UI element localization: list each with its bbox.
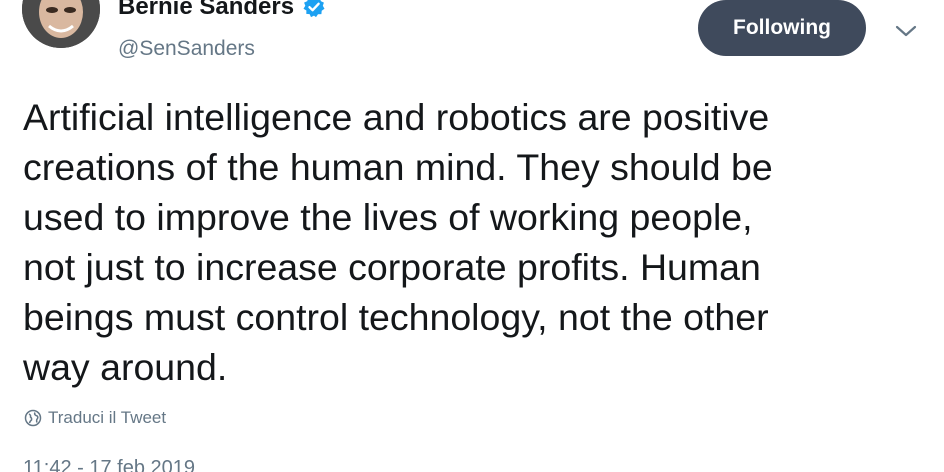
- display-name[interactable]: Bernie Sanders: [118, 0, 294, 22]
- avatar-image: [22, 0, 100, 48]
- globe-icon: [24, 409, 42, 427]
- user-handle[interactable]: @SenSanders: [118, 36, 255, 62]
- name-row: Bernie Sanders: [118, 0, 326, 22]
- verified-badge-icon: [303, 0, 325, 18]
- translate-label: Traduci il Tweet: [48, 408, 167, 427]
- tweet-card: Bernie Sanders @SenSanders Following Art…: [0, 0, 944, 472]
- tweet-timestamp[interactable]: 11:42 - 17 feb 2019: [23, 456, 195, 472]
- translate-tweet-link[interactable]: Traduci il Tweet: [24, 408, 166, 428]
- chevron-down-icon[interactable]: [894, 22, 918, 40]
- tweet-text: Artificial intelligence and robotics are…: [23, 96, 773, 388]
- avatar[interactable]: [22, 0, 100, 48]
- following-button[interactable]: Following: [698, 0, 866, 56]
